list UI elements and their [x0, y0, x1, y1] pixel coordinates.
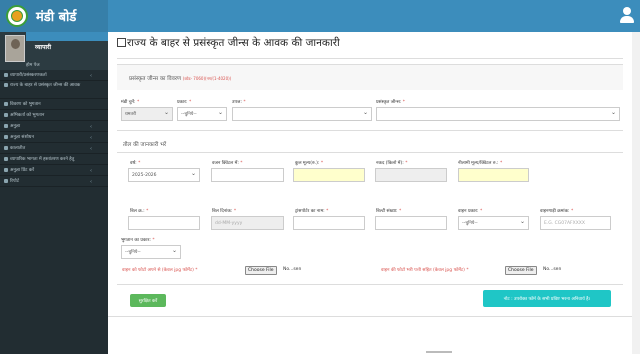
vehicle-type-select[interactable]: --चुनिये-- — [458, 216, 529, 230]
year-label: वर्ष: * — [130, 161, 141, 166]
divider — [117, 58, 623, 59]
document-icon — [117, 38, 126, 47]
app-title: मंडी बोर्ड — [36, 10, 77, 25]
chevron-left-icon: ‹ — [90, 73, 92, 79]
sidebar-item-permit[interactable]: अनुज्ञा ‹ — [0, 121, 108, 132]
chevron-left-icon: ‹ — [90, 146, 92, 152]
auction-input[interactable] — [458, 168, 529, 182]
menu-icon — [4, 157, 8, 161]
payment-select[interactable]: --चुनिये-- — [121, 245, 181, 259]
panel-hint: (कोड- 7060)(नग/(1-4020)) — [182, 76, 232, 81]
upload-label-2: वाहन की फोटो भरी पत्ती सहित (केवल jpg फॉ… — [381, 268, 469, 273]
brand[interactable]: मंडी बोर्ड — [0, 0, 108, 32]
auction-label: नीलामी मूल्य/क्विंटल रु.: * — [458, 161, 503, 166]
menu-icon — [4, 135, 8, 139]
upaj-label: उपज: * — [232, 100, 246, 105]
menu-icon — [4, 146, 8, 150]
sidebar-item-transfer[interactable]: व्यापारिक भागता में हस्तांतरण करने हेतु — [0, 154, 108, 165]
save-button[interactable]: सुरक्षित करें — [130, 294, 166, 307]
file-status-2: No...sen — [543, 267, 562, 272]
year-select[interactable]: 2025-2026 — [128, 168, 200, 182]
sidebar-item-payment[interactable]: विवरण को भुगतान — [0, 99, 108, 110]
prakar-label: प्रकार: * — [177, 100, 192, 105]
mandi-select[interactable]: धमतरी — [121, 107, 173, 121]
chevron-left-icon: ‹ — [90, 168, 92, 174]
vehicle-no-input[interactable]: E.G. CG07AFXXXX — [540, 216, 611, 230]
menu-icon — [4, 124, 8, 128]
transporter-input[interactable] — [293, 216, 365, 230]
price-label: कुल मूल्य(रु.): * — [295, 161, 324, 166]
panel-header: प्रसंस्कृत जीन्स का विवरण (कोड- 7060)(नग… — [117, 64, 623, 90]
section-title: तौल की जानकारी भरें — [123, 142, 167, 148]
weight-label: वजन क्विंटल में: * — [212, 161, 243, 166]
sidebar: व्यापारी होम पेज व्यापारी/प्रसंस्करणकर्त… — [0, 32, 108, 354]
choose-file-button-1[interactable]: Choose File — [245, 266, 277, 275]
file-status-1: No...sen — [283, 267, 302, 272]
bill-date-label: बिल दिनांक: * — [212, 209, 237, 214]
payment-label: भुगतान का प्रकार: * — [121, 238, 155, 243]
transporter-label: ट्रांसपोर्टर का नाम: * — [295, 209, 329, 214]
jeans-select[interactable] — [376, 107, 620, 121]
sidebar-item-report[interactable]: रिपोर्ट ‹ — [0, 176, 108, 187]
vehicle-type-label: वाहन प्रकार: * — [458, 209, 483, 214]
cash-label: नकद (किलो में): * — [376, 161, 408, 166]
sidebar-item-print[interactable]: अनुज्ञा प्रिंट करें ‹ — [0, 165, 108, 176]
menu-icon — [4, 83, 8, 87]
top-navbar: मंडी बोर्ड — [0, 0, 640, 32]
mandi-label: मंडी चुनें: * — [121, 100, 140, 105]
mandi-logo — [6, 5, 28, 27]
bill-label: बिल क्र.: * — [130, 209, 149, 214]
sidebar-item-agent-payment[interactable]: अभिकर्ता को भुगतान — [0, 110, 108, 121]
chevron-left-icon: ‹ — [90, 124, 92, 130]
sidebar-item-permit-edit[interactable]: अनुज्ञा संशोधन ‹ — [0, 132, 108, 143]
weight-input[interactable] — [211, 168, 284, 182]
user-panel: व्यापारी — [0, 32, 108, 62]
page-title: राज्य के बाहर से प्रसंस्कृत जीन्स के आवक… — [117, 36, 340, 50]
scroll-indicator — [426, 351, 452, 353]
builty-label: बिल्टी संख्या: * — [376, 209, 402, 214]
menu-icon — [4, 113, 8, 117]
sidebar-item-trader[interactable]: व्यापारी/प्रसंस्करणकर्ता ‹ — [0, 70, 108, 81]
mandatory-note: नोट : उपरोक्त फॉर्म के सभी प्रविष्ट भरना… — [483, 290, 611, 307]
scrollbar[interactable] — [632, 32, 640, 354]
chevron-left-icon: ‹ — [90, 179, 92, 185]
prakar-select[interactable]: --चुनिये-- — [177, 107, 227, 121]
user-name: व्यापारी — [35, 44, 52, 51]
builty-input[interactable] — [375, 216, 447, 230]
user-icon[interactable] — [620, 7, 634, 23]
vehicle-no-label: वाहनगाड़ी क्रमांक: * — [540, 209, 574, 214]
upaj-select[interactable] — [232, 107, 372, 121]
cash-input[interactable] — [375, 168, 447, 182]
menu-icon — [4, 73, 8, 77]
panel-title: प्रसंस्कृत जीन्स का विवरण — [129, 76, 182, 82]
home-link[interactable]: होम पेज — [0, 62, 108, 70]
menu-icon — [4, 179, 8, 183]
upload-label-1: वाहन को फोटो अपने से (केवल jpg फॉर्मेट) … — [122, 268, 198, 273]
menu-icon — [4, 168, 8, 172]
divider — [117, 284, 623, 285]
sidebar-item-expired[interactable]: कालातीत ‹ — [0, 143, 108, 154]
choose-file-button-2[interactable]: Choose File — [505, 266, 537, 275]
divider — [117, 130, 623, 131]
jeans-label: प्रसंस्कृत जीन्स: * — [376, 100, 406, 105]
sidebar-item-inward[interactable]: राज्य के बाहर से प्रसंस्कृत जीन्स की आवक — [0, 81, 108, 99]
footer-divider — [108, 316, 632, 317]
divider — [117, 152, 623, 153]
bill-input[interactable] — [128, 216, 200, 230]
chevron-left-icon: ‹ — [90, 135, 92, 141]
bill-date-input[interactable]: dd-MM-yyyy — [211, 216, 284, 230]
price-input[interactable] — [293, 168, 365, 182]
menu-icon — [4, 102, 8, 106]
avatar — [5, 35, 25, 62]
